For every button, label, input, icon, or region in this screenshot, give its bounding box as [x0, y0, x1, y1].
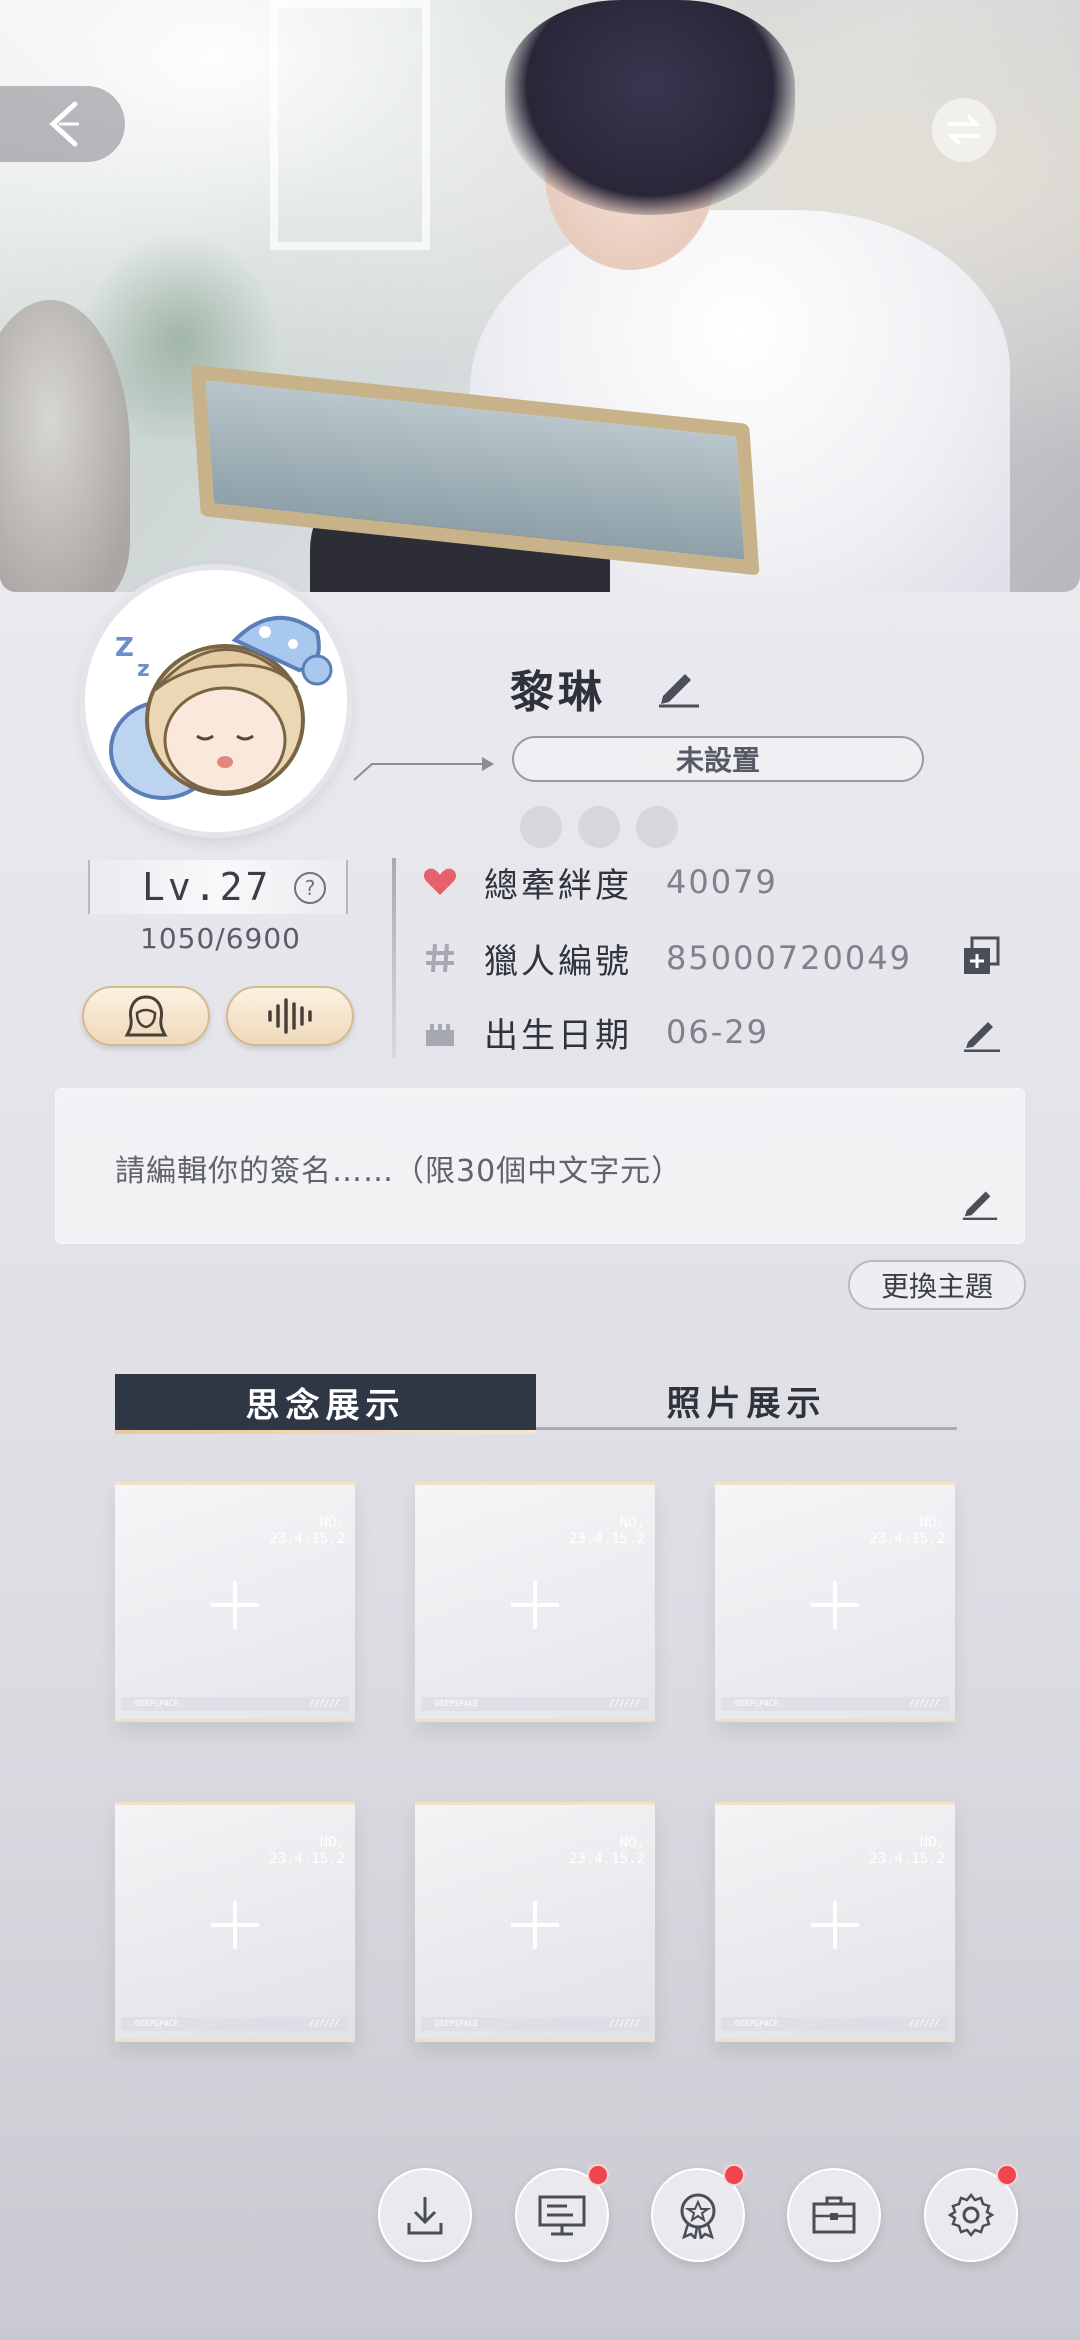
memory-slot-5[interactable]: NO. 23.4.15.2 DEEPSPACE: [415, 1802, 655, 2042]
card-footer: DEEPSPACE: [421, 2017, 649, 2031]
edit-signature-pencil-icon[interactable]: [961, 1182, 999, 1220]
vertical-divider: [392, 858, 396, 1058]
briefcase-icon: [812, 2196, 856, 2234]
change-theme-label: 更換主題: [880, 1270, 993, 1303]
notification-badge: [587, 2164, 609, 2186]
add-plus-icon: [811, 1901, 859, 1949]
birthday-row: 出生日期 06-29: [420, 1004, 769, 1060]
hunter-id-label: 獵人編號: [484, 941, 632, 982]
swap-background-button[interactable]: [932, 98, 996, 162]
medal-icon: [680, 2193, 716, 2239]
display-board-icon: [538, 2195, 586, 2236]
sound-wave-icon: [268, 998, 312, 1034]
player-name: 黎琳: [510, 667, 606, 718]
tab-photo-showcase[interactable]: 照片展示: [536, 1374, 957, 1430]
tab-label: 照片展示: [666, 1384, 827, 1424]
swap-icon: [947, 115, 981, 145]
bond-label: 總牽絆度: [484, 865, 632, 906]
sleeping-chibi-avatar-icon: Z z: [85, 570, 347, 832]
birthday-value: 06-29: [666, 1013, 769, 1051]
memory-slot-2[interactable]: NO. 23.4.15.2 DEEPSPACE: [415, 1482, 655, 1722]
voice-button[interactable]: [226, 986, 354, 1046]
level-label: Lv.27: [142, 865, 272, 909]
add-plus-icon: [511, 1581, 559, 1629]
signature-box[interactable]: 請編輯你的簽名……（限30個中文字元）: [55, 1088, 1025, 1244]
back-button[interactable]: [0, 86, 125, 162]
card-footer: DEEPSPACE: [721, 1697, 949, 1711]
notification-badge: [996, 2164, 1018, 2186]
briefcase-button[interactable]: [787, 2168, 881, 2262]
player-title-label: 未設置: [675, 744, 760, 777]
medal-button[interactable]: [651, 2164, 745, 2262]
card-number: NO. 23.4.15.2: [269, 1515, 345, 1547]
badge-slot-3[interactable]: [636, 806, 678, 848]
card-footer: DEEPSPACE: [121, 1697, 349, 1711]
card-footer: DEEPSPACE: [421, 1697, 649, 1711]
memory-slot-6[interactable]: NO. 23.4.15.2 DEEPSPACE: [715, 1802, 955, 2042]
badge-slot-2[interactable]: [578, 806, 620, 848]
female-portrait-icon: [124, 995, 168, 1037]
change-theme-button[interactable]: 更換主題: [848, 1260, 1026, 1310]
display-board-button[interactable]: [515, 2164, 609, 2262]
avatar[interactable]: Z z: [85, 570, 347, 832]
character-hair: [505, 0, 795, 215]
edit-birthday-pencil-icon[interactable]: [962, 1012, 1002, 1052]
svg-text:z: z: [137, 657, 150, 682]
memory-slot-4[interactable]: NO. 23.4.15.2 DEEPSPACE: [115, 1802, 355, 2042]
hash-icon: [420, 938, 460, 978]
svg-text:Z: Z: [115, 633, 134, 663]
copy-icon[interactable]: [962, 936, 1002, 976]
hunter-id-row: 獵人編號 85000720049: [420, 930, 912, 986]
add-plus-icon: [211, 1581, 259, 1629]
bond-value: 40079: [666, 863, 778, 901]
profile-persona-button[interactable]: [82, 986, 210, 1046]
add-plus-icon: [511, 1901, 559, 1949]
card-number: NO. 23.4.15.2: [569, 1515, 645, 1547]
showcase-tabs: 思念展示 照片展示: [115, 1374, 958, 1434]
notification-badge: [723, 2164, 745, 2186]
card-number: NO. 23.4.15.2: [569, 1835, 645, 1867]
bond-row: 總牽絆度 40079: [420, 854, 778, 910]
memory-slot-3[interactable]: NO. 23.4.15.2 DEEPSPACE: [715, 1482, 955, 1722]
settings-button[interactable]: [924, 2164, 1018, 2262]
avatar-connector-line: [353, 757, 494, 781]
experience-counter: 1050/6900: [140, 922, 301, 955]
card-footer: DEEPSPACE: [721, 2017, 949, 2031]
hunter-id-value: 85000720049: [666, 939, 912, 977]
download-button[interactable]: [378, 2168, 472, 2262]
card-number: NO. 23.4.15.2: [869, 1835, 945, 1867]
add-plus-icon: [811, 1581, 859, 1629]
heart-icon: [420, 862, 460, 902]
tab-memories-showcase[interactable]: 思念展示: [115, 1374, 536, 1434]
edit-name-pencil-icon[interactable]: [655, 662, 701, 708]
card-footer: DEEPSPACE: [121, 2017, 349, 2031]
birthday-label: 出生日期: [484, 1015, 632, 1056]
level-help-icon[interactable]: ?: [294, 872, 326, 904]
card-number: NO. 23.4.15.2: [869, 1515, 945, 1547]
badge-slot-1[interactable]: [520, 806, 562, 848]
card-number: NO. 23.4.15.2: [269, 1835, 345, 1867]
tab-label: 思念展示: [245, 1385, 406, 1426]
download-icon: [407, 2197, 443, 2235]
back-arrow-icon: [48, 101, 79, 147]
signature-placeholder: 請編輯你的簽名……（限30個中文字元）: [115, 1154, 683, 1189]
gear-icon: [948, 2192, 994, 2238]
window-frame: [270, 0, 430, 250]
character-banner: [0, 0, 1080, 592]
player-title-button[interactable]: 未設置: [512, 736, 924, 782]
level-box: Lv.27 ?: [88, 860, 348, 914]
cake-icon: [420, 1012, 460, 1052]
add-plus-icon: [211, 1901, 259, 1949]
memory-slot-1[interactable]: NO. 23.4.15.2 DEEPSPACE: [115, 1482, 355, 1722]
